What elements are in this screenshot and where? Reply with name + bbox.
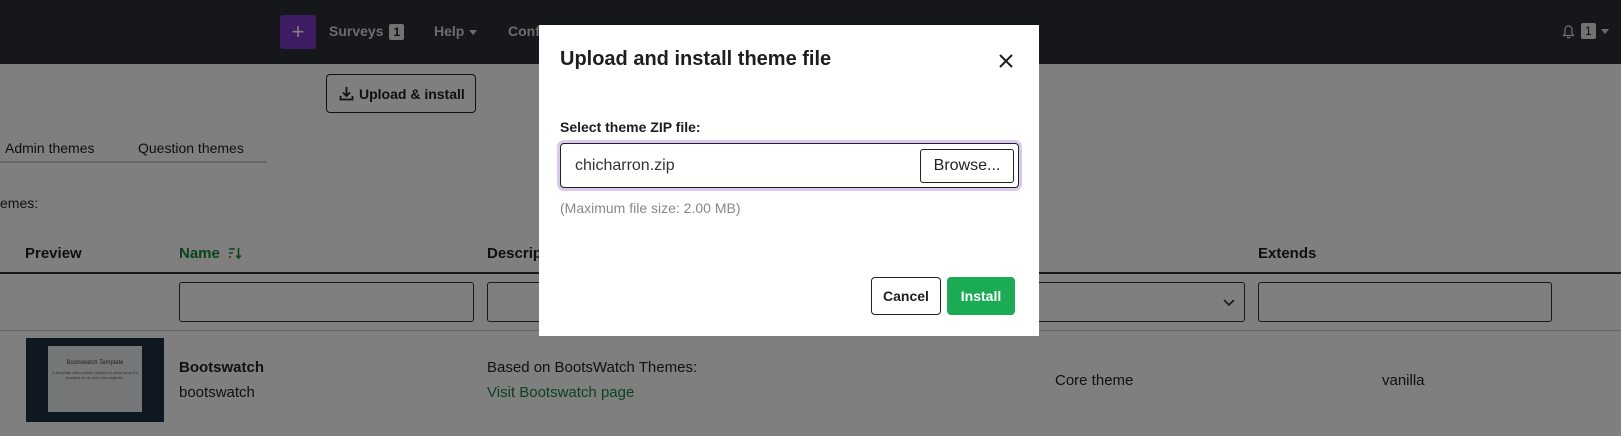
close-icon <box>999 54 1013 68</box>
upload-theme-dialog: Upload and install theme file Select the… <box>539 25 1039 336</box>
selected-file-name: chicharron.zip <box>575 157 675 174</box>
browse-button[interactable]: Browse... <box>920 149 1014 183</box>
file-field-label: Select theme ZIP file: <box>560 119 701 135</box>
max-file-size-hint: (Maximum file size: 2.00 MB) <box>560 200 741 216</box>
cancel-button[interactable]: Cancel <box>871 277 941 315</box>
modal-title: Upload and install theme file <box>560 48 832 70</box>
install-button[interactable]: Install <box>947 277 1015 315</box>
theme-file-input[interactable]: chicharron.zip Browse... <box>560 143 1019 188</box>
close-button[interactable] <box>994 49 1018 73</box>
